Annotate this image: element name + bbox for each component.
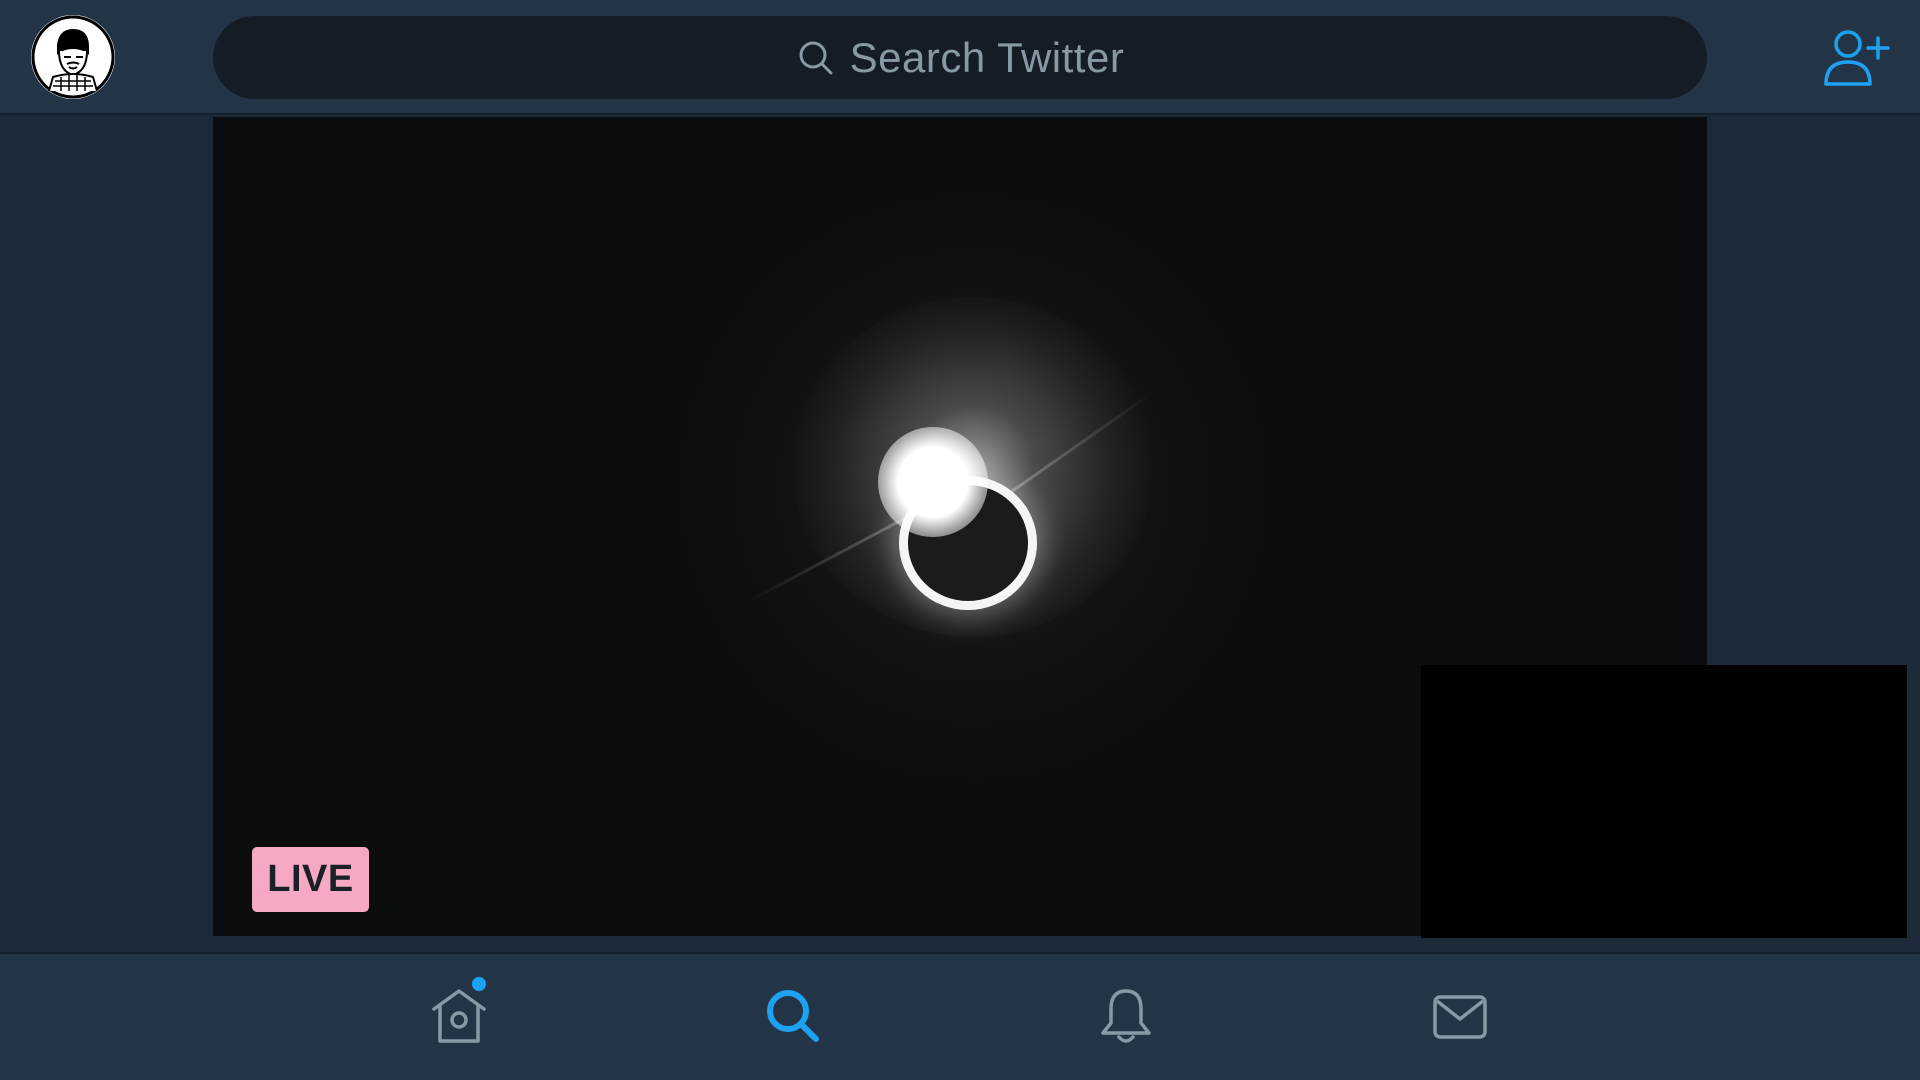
picture-in-picture-window[interactable] [1421,665,1907,938]
tab-explore[interactable] [762,985,824,1047]
bell-icon [1101,989,1151,1043]
live-badge: LIVE [252,847,369,912]
top-bar: Search Twitter [0,0,1920,115]
search-icon [796,38,836,78]
add-user-icon[interactable] [1822,26,1890,88]
app-window: Search Twitter LIVE [0,0,1920,1080]
home-icon [432,989,486,1043]
main-content: LIVE [0,115,1920,952]
tab-home[interactable] [428,977,490,1047]
tab-notifications[interactable] [1095,985,1157,1047]
search-icon [767,990,819,1042]
avatar-illustration [31,15,115,99]
tab-messages[interactable] [1429,985,1491,1047]
notification-dot [472,977,486,991]
search-placeholder: Search Twitter [849,33,1125,81]
search-bar[interactable]: Search Twitter [213,16,1707,99]
mail-icon [1433,995,1487,1039]
bottom-tab-bar [0,952,1920,1080]
eclipse-diamond-flare [878,427,988,537]
profile-avatar[interactable] [31,15,115,99]
